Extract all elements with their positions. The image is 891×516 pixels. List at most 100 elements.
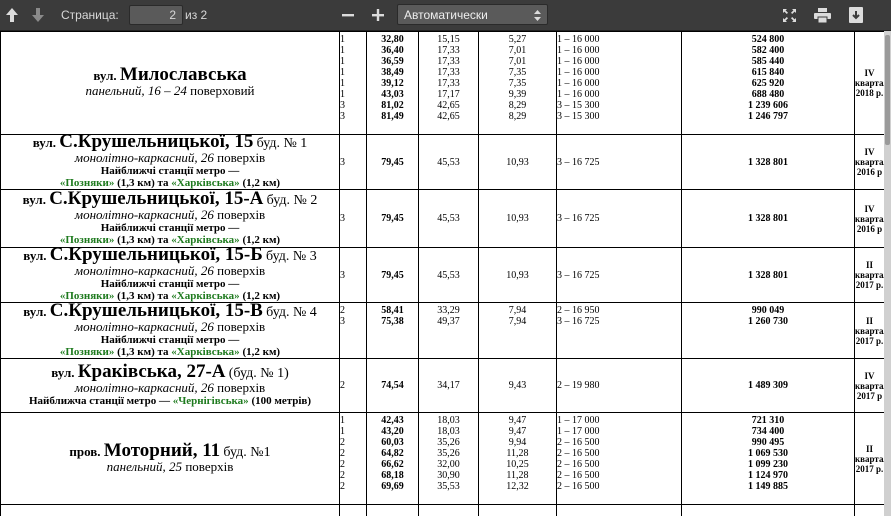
table-cell-value: 7,01 [508,45,527,56]
table-cell: 1 328 801 [681,189,855,248]
print-button[interactable] [810,0,834,30]
table-cell: 11111133 [339,31,367,135]
table-cell-value: 3 – 16 725 [557,316,600,327]
table-cell-value: 10,93 [506,156,529,168]
download-button[interactable] [845,0,867,30]
metro-distance: (100 метрів) [251,394,312,407]
table-cell-value: 1 328 801 [748,156,788,168]
fullscreen-icon [782,8,796,22]
table-cell-value: 1 069 530 [748,448,788,459]
building-row: пров. Моторний, 11 буд. №1 панельний, 25 … [0,412,884,505]
table-cell-value: 81,49 [381,111,404,122]
building-row: вул. Милославська панельний, 16 – 24 пов… [0,31,884,135]
quarter-year: 2017 р. [855,280,884,290]
zoom-value: Автоматически [404,7,488,22]
table-cell: 9,47 9,47 9,94 11,28 10,25 11,28 12,32 [478,412,557,505]
building-type: панельний, 16 – 24 [85,83,187,98]
quarter-number: II [865,315,873,326]
building-type: монолітно-каркасний, 26 [74,318,214,334]
table-cell: 2 [339,358,367,413]
previous-page-button[interactable] [2,0,22,30]
print-icon [813,7,831,23]
table-cell: 33,29 49,37 [418,302,479,359]
table-cell: 15,15 17,33 17,33 17,33 17,33 17,17 42,65 42,65 [418,31,479,135]
table-cell-value: 1 – 16 000 [557,56,600,67]
table-cell-value: 79,45 [381,156,404,168]
table-cell-value: 3 [340,100,346,111]
table-cell-value: 17,33 [437,67,460,78]
table-cell: 34,17 [418,358,479,413]
street-prefix: вул. [22,191,46,207]
building-number: (буд. № 1) [228,365,289,381]
zoom-select[interactable]: Автоматически [397,4,548,25]
table-cell-value: 15,15 [437,34,460,45]
building-number: буд. № 2 [266,192,318,208]
page-scrollbar[interactable] [884,31,891,516]
table-cell-value: 9,47 [508,426,527,437]
table-cell-value: 33,29 [437,305,460,316]
table-cell-value: 9,43 [508,380,527,391]
table-cell-value: 35,53 [437,481,460,492]
table-cell-value: 69,69 [381,481,404,492]
table-cell-value: 35,26 [437,437,460,448]
quarter-word: квартал [855,78,884,88]
table-cell-value: 30,90 [437,470,460,481]
quarter-year: 2017 р. [855,335,884,346]
table-cell-value: 45,53 [437,213,460,224]
zoom-out-button[interactable] [338,0,358,30]
building-number: буд. №1 [223,444,271,460]
address-cell: пров. Моторний, 11 буд. №1 панельний, 25 … [0,412,340,505]
table-cell: 2 – 19 980 [556,358,682,413]
table-cell-value: 43,03 [381,89,404,100]
table-cell: 1 489 309 [681,358,855,413]
building-row: вул. С.Крушельницької, 15-Б буд. № 3 моно… [0,247,884,303]
table-cell-value: 2 [340,470,346,481]
metro-label: Найближчі станції метро — [100,278,240,290]
metro-station: «Харківська» [171,290,240,302]
table-cell: 5,27 7,01 7,01 7,35 7,35 9,39 8,29 8,29 [478,31,557,135]
table-cell-value: 1 – 16 000 [557,34,600,45]
next-page-button[interactable] [28,0,48,30]
building-number: буд. № 4 [266,304,317,320]
quarter-number: IV [864,203,875,214]
building-row: вул. С.Крушельницької, 15 буд. № 1 монолі… [0,134,884,190]
building-row: вул. С.Крушельницької, 15-В буд. № 4 моно… [0,302,884,359]
metro-station: «Чернігівська» [172,394,249,407]
fullscreen-button[interactable] [778,0,800,30]
address-cell: вул. С.Крушельницької, 15 буд. № 1 монолі… [0,134,340,190]
table-cell-value: 18,03 [437,426,460,437]
table-cell-value: 1 – 16 000 [557,89,600,100]
table-cell-value: 990 495 [751,437,785,448]
scrollbar-thumb[interactable] [885,35,890,145]
table-cell-value: 36,59 [381,56,404,67]
quarter-number: IV [864,147,875,157]
metro-station: «Позняки» [59,290,115,302]
street-prefix: пров. [69,443,101,459]
building-type: монолітно-каркасний, 26 [74,263,214,278]
table-cell-value: 8,29 [508,100,527,111]
table-cell-value: 9,47 [508,415,527,426]
quarter-year: 2018 р. [855,88,884,98]
table-cell-value: 1 [340,78,346,89]
quarter-cell: IIквартал2017 р. [854,412,884,505]
metro-station: «Позняки» [59,177,115,189]
floors-label: поверхів [217,263,266,278]
table-cell-value: 10,93 [506,269,529,281]
floors-label: поверхів [217,318,266,334]
quarter-year: 2017 р. [855,463,884,474]
table-cell-value: 3 – 16 725 [557,213,600,224]
building-type: монолітно-каркасний, 26 [74,379,214,395]
table-cell-value: 39,12 [381,78,404,89]
table-cell-value: 43,20 [381,426,404,437]
table-cell-value: 688 480 [751,89,785,100]
zoom-in-button[interactable] [368,0,388,30]
table-cell-value: 1 [340,56,346,67]
table-cell-value: 5,27 [508,34,527,45]
table-cell-value: 79,45 [381,213,404,224]
table-cell-value: 1 – 16 000 [557,78,600,89]
metro-label: Найближча станції метро — [28,394,170,407]
table-cell: 3 – 16 725 [556,189,682,248]
table-cell-value: 42,65 [437,111,460,122]
table-cell-value: 1 – 16 000 [557,67,600,78]
table-cell: 45,53 [418,134,479,190]
